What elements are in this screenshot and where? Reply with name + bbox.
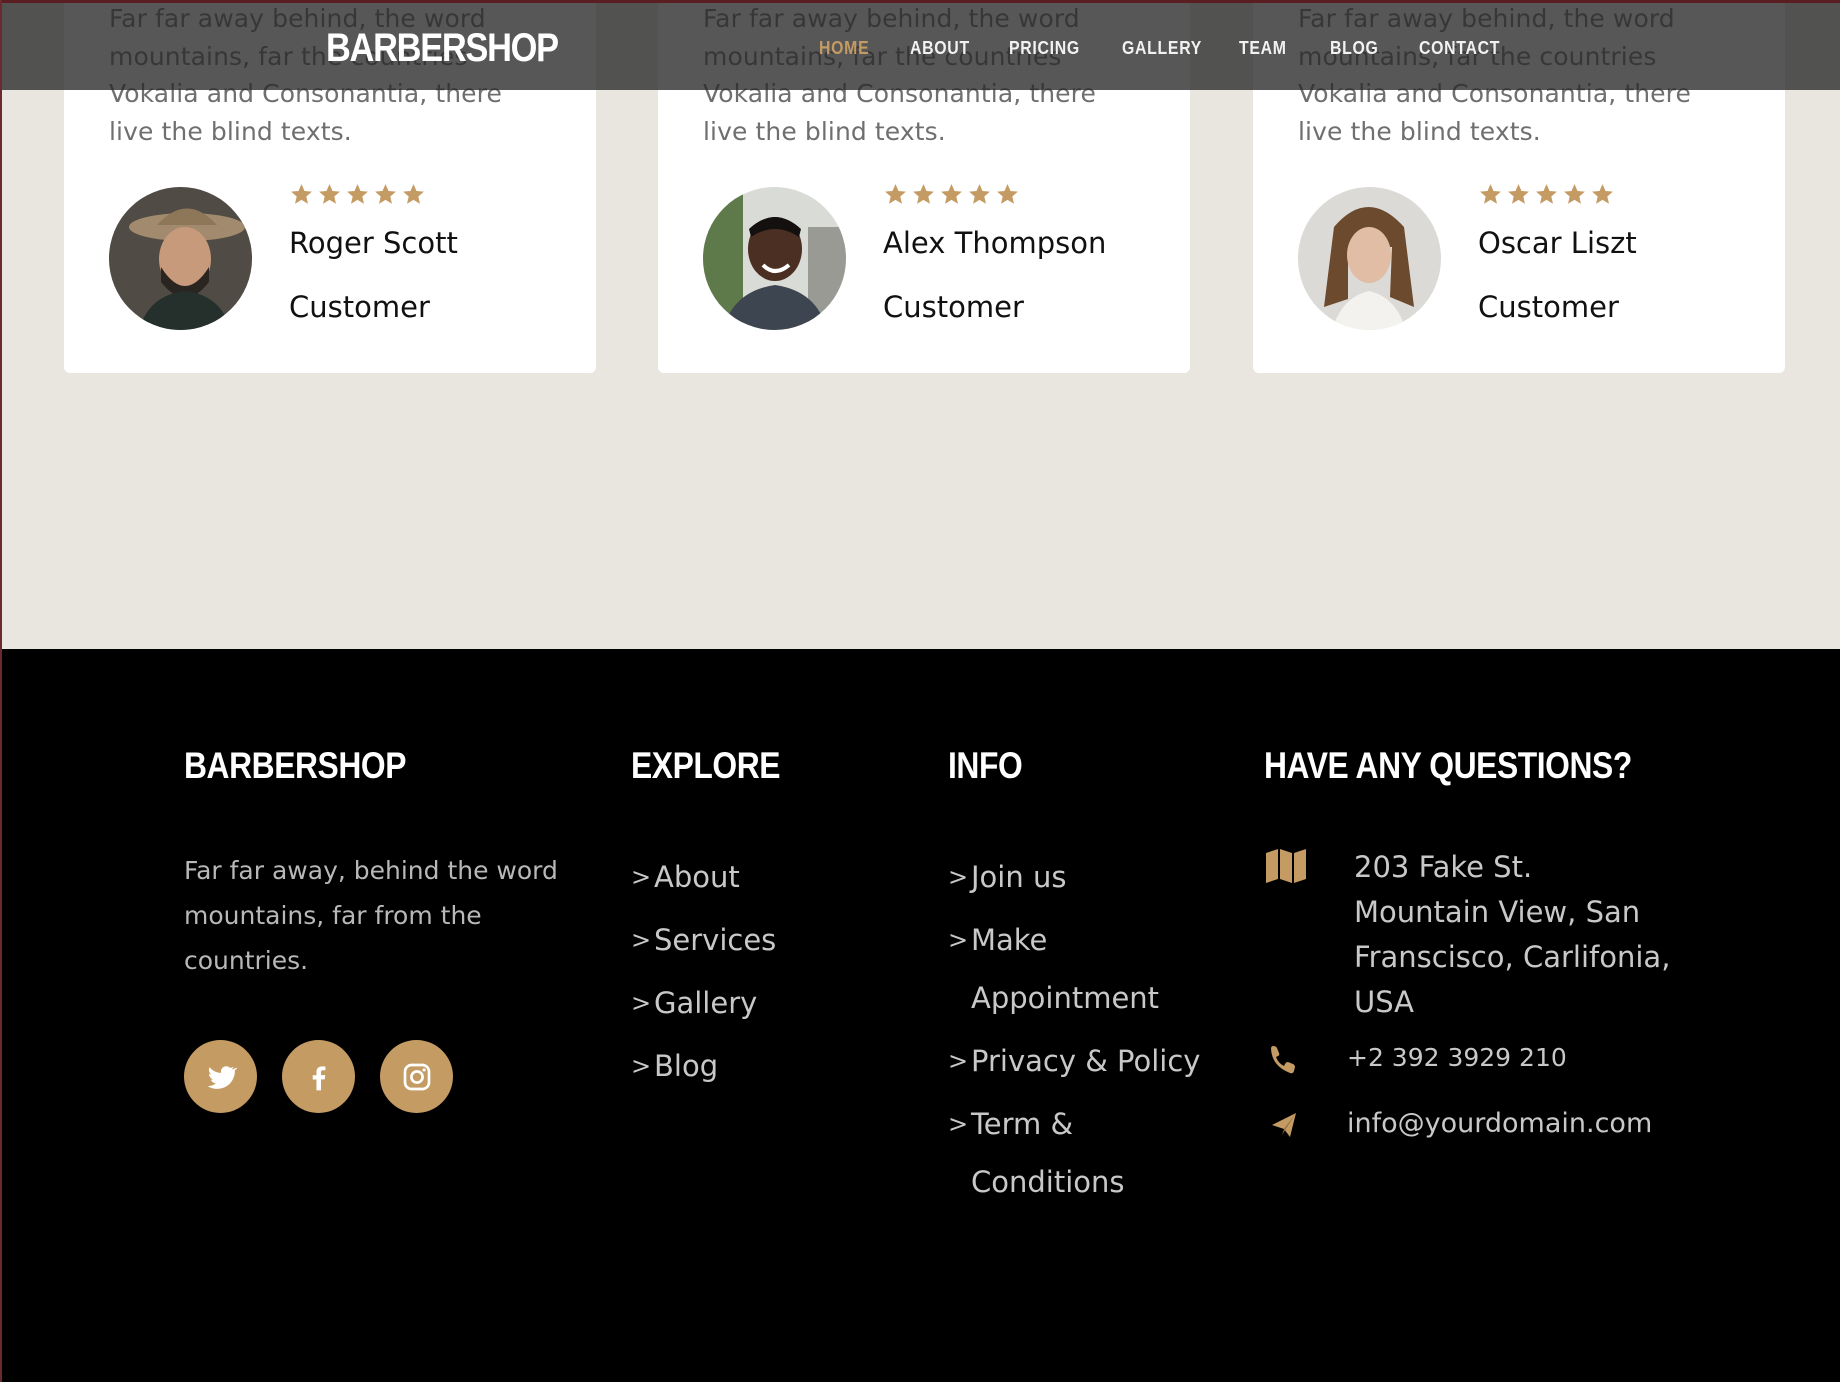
footer-info-links: > Join us > Make Appointment > Privacy & Po… (948, 848, 1208, 1216)
rating-stars (1478, 182, 1615, 208)
avatar (703, 187, 846, 330)
map-icon (1266, 849, 1306, 883)
link-label: Services (654, 923, 777, 957)
nav-contact[interactable]: CONTACT (1419, 38, 1500, 59)
footer: BARBERSHOP Far far away, behind the word… (0, 649, 1840, 1382)
link-label: Term & Conditions (971, 1107, 1125, 1199)
link-label: Join us (971, 860, 1067, 894)
star-icon (1564, 184, 1585, 204)
footer-link-services[interactable]: > Services (631, 911, 776, 969)
facebook-icon (312, 1065, 325, 1090)
customer-name: Oscar Liszt (1478, 226, 1637, 260)
chevron-right-icon: > (948, 1047, 969, 1075)
link-label: Gallery (654, 986, 758, 1020)
footer-explore-heading: EXPLORE (631, 745, 781, 786)
footer-link-gallery[interactable]: > Gallery (631, 974, 776, 1032)
star-icon (997, 184, 1018, 204)
link-label: Blog (654, 1049, 719, 1083)
link-label: Privacy & Policy (971, 1044, 1201, 1078)
twitter-button[interactable] (184, 1040, 257, 1113)
contact-email[interactable]: info@yourdomain.com (1264, 1105, 1684, 1145)
footer-link-about[interactable]: > About (631, 848, 776, 906)
nav-gallery[interactable]: GALLERY (1122, 38, 1202, 59)
footer-link-make-appointment[interactable]: > Make Appointment (948, 911, 1208, 1027)
customer-name: Alex Thompson (883, 226, 1107, 260)
twitter-icon (207, 1065, 237, 1089)
customer-name: Roger Scott (289, 226, 458, 260)
nav-blog[interactable]: BLOG (1330, 38, 1379, 59)
footer-link-privacy-policy[interactable]: > Privacy & Policy (948, 1032, 1208, 1090)
chevron-right-icon: > (948, 863, 969, 891)
contact-phone[interactable]: +2 392 3929 210 (1264, 1040, 1684, 1080)
avatar (109, 187, 252, 330)
nav-about[interactable]: ABOUT (910, 38, 970, 59)
customer-role: Customer (883, 290, 1024, 324)
paper-plane-icon (1272, 1113, 1296, 1137)
star-icon (319, 184, 340, 204)
footer-link-terms-conditions[interactable]: > Term & Conditions (948, 1095, 1208, 1211)
main-nav: HOME ABOUT PRICING GALLERY TEAM BLOG CON… (0, 38, 1840, 62)
star-icon (969, 184, 990, 204)
star-icon (347, 184, 368, 204)
page: Far far away behind, the word mountains,… (0, 0, 1840, 1382)
star-icon (1592, 184, 1613, 204)
star-icon (1536, 184, 1557, 204)
footer-brand-heading: BARBERSHOP (184, 745, 407, 786)
phone-text: +2 392 3929 210 (1347, 1043, 1567, 1072)
window-edge (0, 0, 2, 1382)
instagram-icon (403, 1063, 430, 1090)
chevron-right-icon: > (631, 989, 652, 1017)
chevron-right-icon: > (631, 926, 652, 954)
nav-team[interactable]: TEAM (1239, 38, 1287, 59)
star-icon (291, 184, 312, 204)
customer-role: Customer (289, 290, 430, 324)
footer-link-blog[interactable]: > Blog (631, 1037, 776, 1095)
testimonials-section: Far far away behind, the word mountains,… (0, 0, 1840, 649)
navbar: BARBERSHOP HOME ABOUT PRICING GALLERY TE… (0, 0, 1840, 90)
email-text: info@yourdomain.com (1347, 1108, 1653, 1139)
chevron-right-icon: > (631, 1052, 652, 1080)
customer-photo (703, 187, 846, 330)
nav-home[interactable]: HOME (819, 38, 869, 59)
link-label: About (654, 860, 740, 894)
avatar (1298, 187, 1441, 330)
star-icon (941, 184, 962, 204)
nav-pricing[interactable]: PRICING (1009, 38, 1080, 59)
rating-stars (289, 182, 426, 208)
chevron-right-icon: > (948, 1110, 969, 1138)
star-icon (1480, 184, 1501, 204)
star-icon (885, 184, 906, 204)
star-icon (913, 184, 934, 204)
customer-photo (1298, 187, 1441, 330)
customer-role: Customer (1478, 290, 1619, 324)
footer-info-heading: INFO (948, 745, 1023, 786)
customer-photo (109, 187, 252, 330)
facebook-button[interactable] (282, 1040, 355, 1113)
link-label: Make Appointment (971, 923, 1160, 1015)
contact-address: 203 Fake St. Mountain View, San Franscis… (1264, 847, 1684, 1027)
phone-icon (1271, 1046, 1295, 1074)
star-icon (375, 184, 396, 204)
star-icon (1508, 184, 1529, 204)
footer-contact-heading: HAVE ANY QUESTIONS? (1264, 745, 1632, 786)
address-text: 203 Fake St. Mountain View, San Franscis… (1354, 850, 1671, 1019)
footer-explore-links: > About > Services > Gallery > Blog (631, 848, 776, 1100)
footer-link-join-us[interactable]: > Join us (948, 848, 1208, 906)
star-icon (403, 184, 424, 204)
rating-stars (883, 182, 1020, 208)
chevron-right-icon: > (631, 863, 652, 891)
footer-about-text: Far far away, behind the word mountains,… (184, 856, 558, 975)
instagram-button[interactable] (380, 1040, 453, 1113)
chevron-right-icon: > (948, 926, 969, 954)
